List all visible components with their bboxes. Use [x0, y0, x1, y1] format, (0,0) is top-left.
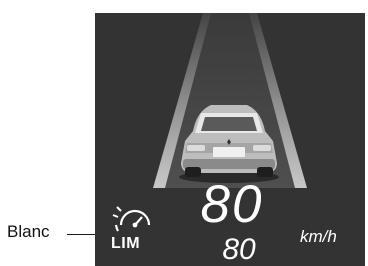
speed-unit: km/h: [300, 227, 337, 246]
set-speed-limit: 80: [222, 233, 256, 266]
speed-limiter-icon: LIM: [109, 201, 159, 259]
current-speed: 80: [200, 175, 264, 234]
car-icon: [179, 105, 279, 183]
head-up-display: 80 80 km/h LIM: [95, 13, 365, 266]
callout-label: Blanc: [7, 222, 50, 241]
limiter-label: LIM: [111, 235, 141, 252]
